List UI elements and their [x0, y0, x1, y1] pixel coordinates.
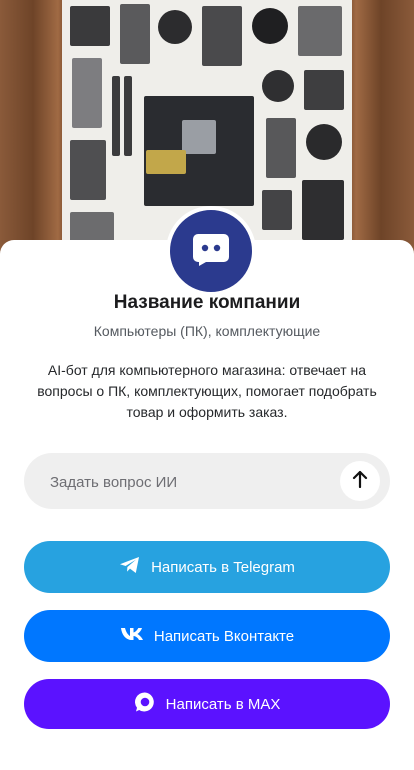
vk-icon	[120, 627, 144, 645]
vk-button[interactable]: Написать Вконтакте	[24, 610, 390, 662]
arrow-up-icon	[352, 470, 368, 493]
send-button[interactable]	[340, 461, 380, 501]
company-description: AI-бот для компьютерного магазина: отвеч…	[37, 362, 377, 420]
max-button[interactable]: Написать в MAX	[24, 679, 390, 729]
vk-button-label: Написать Вконтакте	[153, 627, 295, 645]
telegram-icon	[119, 556, 141, 578]
ask-ai-input[interactable]	[48, 453, 352, 511]
max-icon	[134, 691, 156, 717]
ask-ai-field[interactable]	[24, 453, 390, 511]
max-button-label: Написать в MAX	[165, 695, 281, 713]
chat-bot-icon	[192, 232, 230, 271]
telegram-button[interactable]: Написать в Telegram	[24, 541, 390, 593]
company-category: Компьютеры (ПК), комплектующие	[93, 323, 321, 339]
telegram-button-label: Написать в Telegram	[151, 558, 295, 576]
company-avatar	[166, 206, 256, 296]
